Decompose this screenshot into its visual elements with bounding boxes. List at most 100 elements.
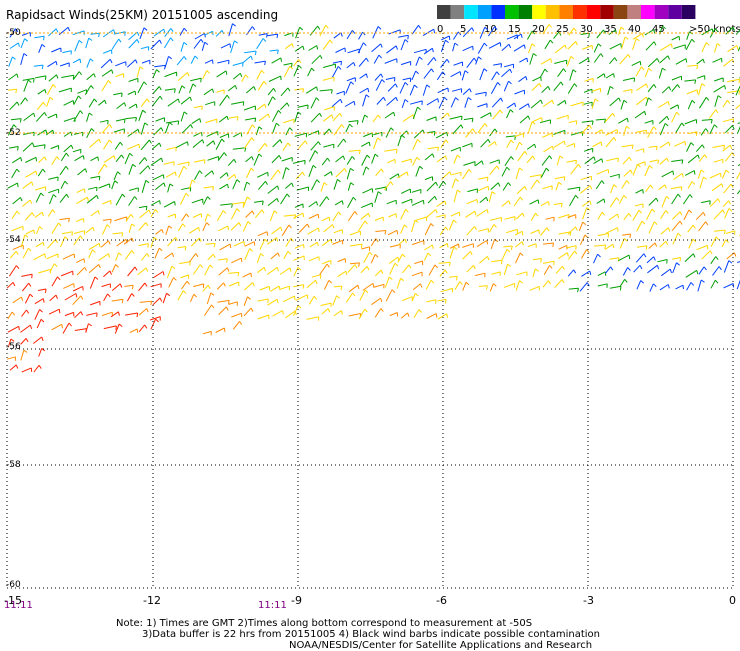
wind-barb xyxy=(623,157,629,164)
wind-barb xyxy=(376,80,382,91)
wind-barb xyxy=(490,218,502,221)
wind-barb-flag xyxy=(474,265,476,269)
wind-barb-flag xyxy=(137,32,139,36)
wind-barb xyxy=(165,253,173,259)
wind-barb xyxy=(141,99,147,107)
wind-barb-flag xyxy=(147,99,149,102)
wind-barb-flag xyxy=(449,262,450,266)
wind-barb xyxy=(685,171,694,176)
wind-barb-flag xyxy=(16,89,17,93)
wind-barb-flag xyxy=(122,194,125,197)
wind-barb-flag xyxy=(486,92,487,96)
wind-barb xyxy=(73,31,84,35)
wind-barb-flag xyxy=(277,299,278,303)
wind-barb xyxy=(270,286,279,291)
wind-barb-flag xyxy=(381,298,382,302)
wind-barb xyxy=(90,277,95,289)
wind-barb xyxy=(178,224,182,231)
wind-barb-flag xyxy=(235,85,236,89)
wind-barb xyxy=(410,85,414,95)
wind-barb xyxy=(348,183,350,191)
wind-barb xyxy=(259,34,268,36)
wind-barb-flag xyxy=(184,56,186,59)
wind-barb xyxy=(571,164,579,174)
wind-barb xyxy=(688,181,692,188)
wind-barb xyxy=(649,222,654,234)
wind-barb-flag xyxy=(474,58,476,61)
wind-barb-flag xyxy=(84,189,85,193)
wind-barb xyxy=(633,210,639,220)
wind-barb xyxy=(414,310,419,318)
wind-barb xyxy=(582,250,587,259)
wind-barb xyxy=(372,154,376,164)
wind-barb xyxy=(388,230,397,235)
wind-barb-flag xyxy=(662,68,665,70)
wind-barb xyxy=(605,267,610,274)
wind-barb-flag xyxy=(373,283,374,287)
wind-barb xyxy=(243,222,248,232)
wind-barb-flag xyxy=(404,225,407,228)
wind-barb xyxy=(48,210,52,217)
wind-barb xyxy=(606,138,614,147)
wind-barb xyxy=(597,199,604,204)
lon-label: -9 xyxy=(291,594,302,607)
wind-barb-flag xyxy=(654,84,656,87)
wind-barb xyxy=(244,51,256,53)
wind-barb xyxy=(22,310,27,316)
wind-barb xyxy=(10,251,16,258)
wind-barb xyxy=(181,275,189,278)
wind-barb xyxy=(179,166,184,177)
wind-barb xyxy=(61,181,65,188)
wind-barb xyxy=(21,39,25,48)
wind-barb xyxy=(531,100,541,108)
wind-barb xyxy=(519,58,527,62)
wind-barb xyxy=(308,228,319,234)
wind-barb xyxy=(129,104,136,108)
wind-barb xyxy=(661,210,666,219)
wind-barb xyxy=(182,125,191,134)
wind-barb xyxy=(234,241,244,246)
wind-barb xyxy=(401,225,405,234)
wind-barb xyxy=(231,313,241,317)
wind-barb xyxy=(244,308,251,316)
wind-barb xyxy=(151,284,162,287)
wind-barb xyxy=(515,242,522,248)
wind-barb-flag xyxy=(345,168,347,172)
wind-barb-flag xyxy=(316,202,317,206)
wind-barb xyxy=(571,102,583,106)
wind-barb xyxy=(451,98,455,108)
wind-barb xyxy=(533,269,536,277)
wind-barb xyxy=(475,161,482,166)
wind-barb xyxy=(585,78,594,81)
wind-barb xyxy=(635,204,643,206)
wind-barb xyxy=(9,57,13,67)
wind-barb-flag xyxy=(528,116,530,120)
wind-barb-flag xyxy=(146,206,147,210)
wind-barb-flag xyxy=(25,39,28,42)
wind-barb xyxy=(568,227,576,235)
wind-barb xyxy=(51,146,59,149)
wind-barb-flag xyxy=(562,280,564,284)
wind-barb xyxy=(112,181,115,189)
wind-barb xyxy=(659,185,666,190)
wind-barb xyxy=(401,62,411,65)
wind-barb-flag xyxy=(44,36,45,40)
wind-barb-flag xyxy=(391,182,393,185)
wind-barb xyxy=(463,251,471,259)
wind-barb-flag xyxy=(274,211,277,214)
wind-barb xyxy=(293,160,305,163)
wind-barb-flag xyxy=(408,313,409,317)
wind-barb xyxy=(634,265,640,272)
wind-barb-flag xyxy=(559,182,562,184)
wind-barb xyxy=(293,256,304,261)
wind-barb-flag xyxy=(340,113,342,116)
wind-barb-flag xyxy=(436,182,438,186)
wind-barb-flag xyxy=(619,98,621,102)
wind-barb-flag xyxy=(45,157,47,161)
wind-barb xyxy=(33,337,42,344)
wind-barb-flag xyxy=(43,102,45,105)
wind-barb xyxy=(167,147,177,149)
wind-barb-flag xyxy=(610,86,613,88)
wind-barb-flag xyxy=(147,253,149,256)
wind-barb xyxy=(9,266,16,277)
